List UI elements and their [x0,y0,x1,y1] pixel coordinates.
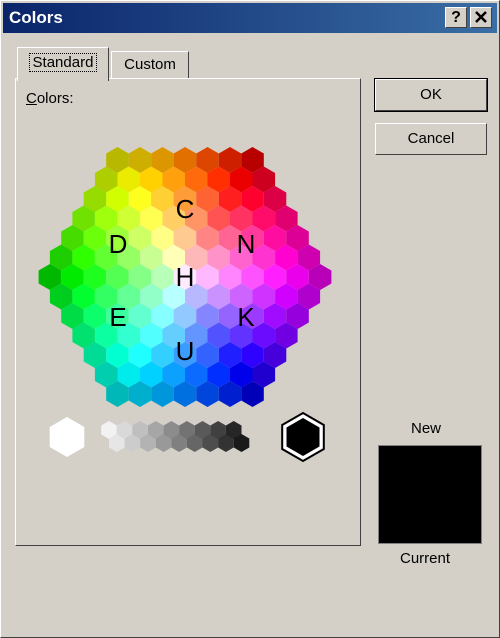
help-button[interactable]: ? [445,7,467,28]
current-color-label: Current [400,550,451,567]
color-hexagon[interactable]: C D N H E K U [16,79,360,545]
cancel-button[interactable]: Cancel [375,123,487,155]
hexagon-letter: C [176,194,195,224]
colors-dialog: Colors ? Standard Custom Colors: CDNHEKU… [0,0,500,638]
gray-cell-white[interactable] [49,417,85,457]
tab-custom[interactable]: Custom [111,51,189,79]
standard-panel: Colors: CDNHEKU [15,78,361,546]
new-color-label: New [411,420,442,437]
tab-standard-label: Standard [28,53,98,72]
tab-standard[interactable]: Standard [17,47,109,81]
hexagon-letter: H [176,262,195,292]
hexagon-letter: N [237,229,256,259]
color-preview-swatch [378,445,482,544]
close-button[interactable] [470,7,492,28]
hexagon-letter: D [109,229,128,259]
hexagon-letter: E [109,302,126,332]
tab-custom-label: Custom [124,56,176,73]
dialog-title: Colors [9,8,63,27]
hexagon-letter: K [237,302,255,332]
close-icon [475,11,487,23]
title-bar: Colors ? [3,3,497,33]
hexagon-letter: U [176,336,195,366]
ok-button[interactable]: OK [374,78,488,112]
